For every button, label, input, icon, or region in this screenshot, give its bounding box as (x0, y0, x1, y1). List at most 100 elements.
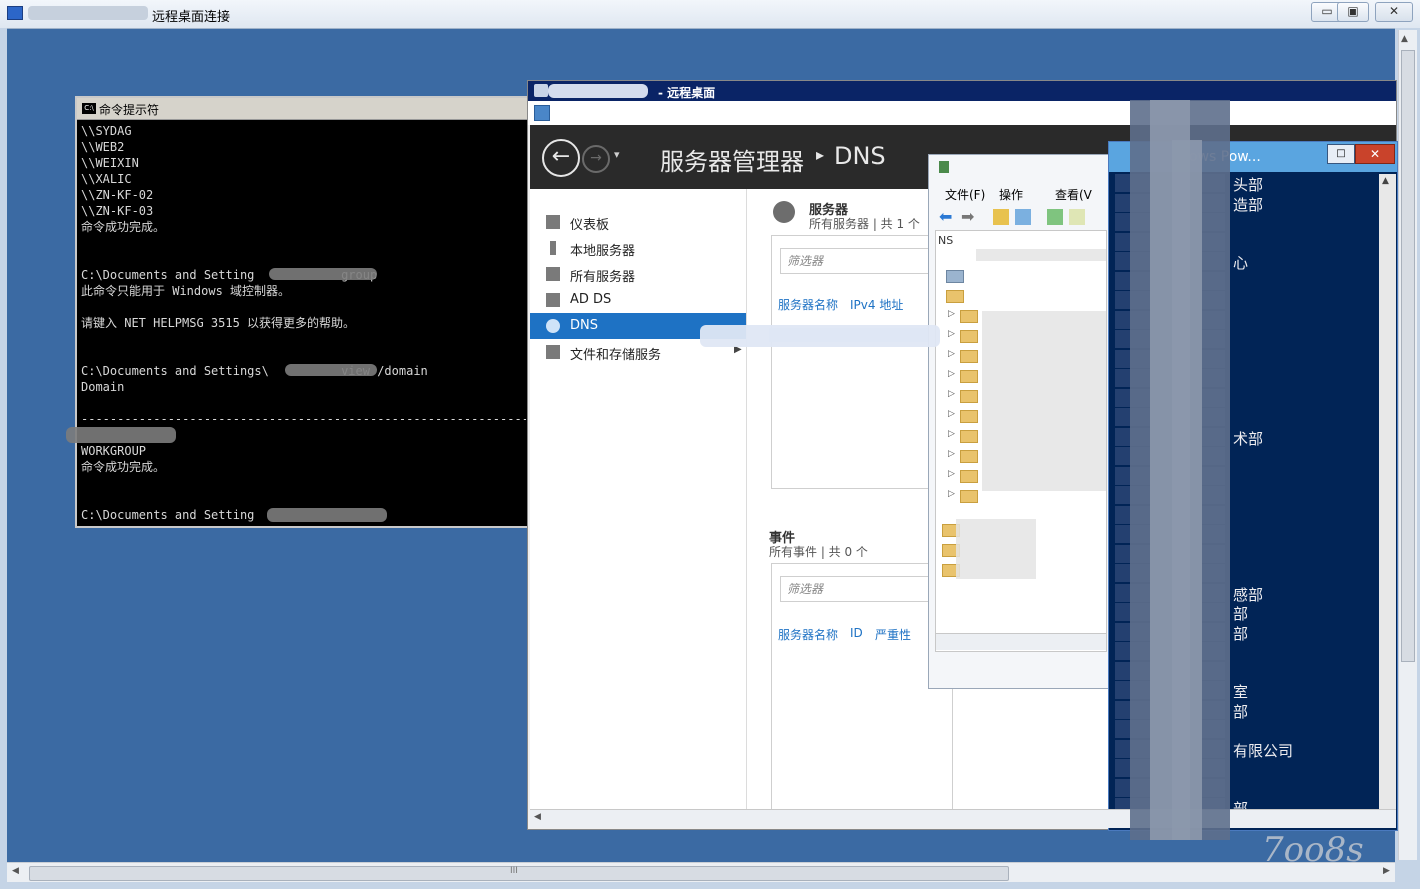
server-manager-small-icon[interactable] (534, 105, 550, 121)
menu-action[interactable]: 操作 (999, 186, 1023, 203)
cmd-line (81, 491, 526, 507)
local-server-icon (550, 241, 556, 255)
servers-panel: 筛选器 服务器名称 IPv4 地址 (771, 235, 953, 489)
expand-arrow-icon[interactable]: ▷ (948, 409, 955, 419)
folder-icon (960, 470, 978, 483)
redaction (269, 268, 377, 280)
cmd-title-bar[interactable]: C:\ 命令提示符 (77, 98, 532, 120)
expand-arrow-icon[interactable]: ▷ (948, 489, 955, 499)
horizontal-scrollbar[interactable]: ◀ III ▶ (7, 862, 1395, 883)
horizontal-scroll-thumb[interactable]: III (29, 866, 1009, 881)
menu-view[interactable]: 查看(V (1055, 186, 1092, 203)
tree-item[interactable] (936, 267, 1106, 285)
scroll-left-icon[interactable]: ◀ (534, 812, 541, 822)
forward-button[interactable]: → (582, 145, 610, 173)
expand-arrow-icon[interactable]: ▷ (948, 449, 955, 459)
servers-filter-input[interactable]: 筛选器 (780, 248, 948, 274)
column-header-ipv4[interactable]: IPv4 地址 (850, 296, 903, 313)
expand-arrow-icon[interactable]: ▷ (948, 389, 955, 399)
folder-icon (960, 490, 978, 503)
watermark-logo: 7oo8s (1262, 830, 1364, 870)
expand-arrow-icon[interactable]: ▷ (948, 429, 955, 439)
column-header-server-name[interactable]: 服务器名称 (778, 626, 838, 643)
back-button[interactable]: ← (542, 139, 580, 177)
outer-title-bar[interactable]: 远程桌面连接 ▭ ▣ ✕ (0, 0, 1420, 29)
sidebar-item-label: DNS (570, 318, 598, 333)
sidebar-item-label: 文件和存储服务 (570, 348, 662, 363)
show-tree-icon[interactable] (1015, 209, 1031, 225)
scroll-left-icon[interactable]: ◀ (12, 866, 19, 876)
ps-line-text: 术部 (1233, 429, 1264, 448)
up-folder-icon[interactable] (993, 209, 1009, 225)
cmd-title: 命令提示符 (99, 103, 160, 117)
column-header-id[interactable]: ID (850, 626, 863, 640)
ps-line-text: 心 (1233, 254, 1249, 272)
redaction (956, 519, 1036, 579)
expand-arrow-icon[interactable]: ▷ (948, 469, 955, 479)
ps-line-text: 头部 (1233, 176, 1264, 194)
powershell-scrollbar[interactable]: ▲ (1379, 174, 1396, 824)
cmd-line (81, 331, 526, 347)
events-filter-input[interactable]: 筛选器 (780, 576, 948, 602)
close-button[interactable]: ✕ (1375, 2, 1413, 22)
column-header-severity[interactable]: 严重性 (875, 626, 911, 643)
file-storage-icon (546, 345, 560, 359)
sidebar-item-all-servers[interactable]: 所有服务器 (530, 261, 746, 287)
window-frame-bottom (0, 882, 1420, 889)
history-dropdown-icon[interactable]: ▾ (614, 148, 620, 161)
servers-section-subtitle: 所有服务器 | 共 1 个 (809, 217, 920, 231)
cmd-line (81, 395, 526, 411)
redaction (548, 84, 648, 98)
close-button[interactable]: ✕ (1355, 144, 1395, 164)
sidebar-item-label: 本地服务器 (570, 244, 636, 259)
maximize-button[interactable]: ▣ (1337, 2, 1369, 22)
expand-arrow-icon[interactable]: ▷ (948, 369, 955, 379)
folder-icon (960, 450, 978, 463)
events-section-subtitle: 所有事件 | 共 0 个 (769, 545, 868, 559)
dashboard-icon (546, 215, 560, 229)
folder-icon (960, 370, 978, 383)
remote-hscrollbar[interactable]: ◀ (530, 809, 1396, 828)
scroll-up-icon[interactable]: ▲ (1382, 176, 1389, 186)
sidebar-item-label: 仪表板 (570, 218, 610, 233)
tree-item[interactable] (936, 287, 1106, 305)
column-header-server-name[interactable]: 服务器名称 (778, 296, 838, 313)
redaction (700, 325, 940, 347)
cmd-window[interactable]: C:\ 命令提示符 \\SYDAG \\WEB2 \\WEIXIN \\XALIC \\… (75, 96, 534, 528)
cmd-output[interactable]: \\SYDAG \\WEB2 \\WEIXIN \\XALIC \\ZN-KF-02 \\… (81, 123, 526, 523)
vertical-scroll-thumb[interactable] (1401, 50, 1415, 662)
main-content: 服务器 所有服务器 | 共 1 个 筛选器 服务器名称 IPv4 地址 事件 所… (747, 141, 1398, 831)
maximize-button[interactable]: □ (1327, 144, 1355, 164)
export-list-icon[interactable] (1069, 209, 1085, 225)
folder-icon (960, 350, 978, 363)
forward-arrow-icon[interactable]: ➡ (961, 209, 977, 225)
cmd-line (81, 235, 526, 251)
remote-desktop-title-bar[interactable]: - 远程桌面 (528, 81, 1396, 101)
cmd-line: \\XALIC (81, 172, 132, 186)
vertical-scrollbar[interactable]: ▲ (1398, 30, 1417, 860)
sidebar-item-adds[interactable]: AD DS (530, 287, 746, 313)
expand-arrow-icon[interactable]: ▷ (948, 329, 955, 339)
back-arrow-icon[interactable]: ⬅ (939, 209, 955, 225)
refresh-icon[interactable] (1047, 209, 1063, 225)
scroll-right-icon[interactable]: ▶ (1383, 866, 1390, 876)
sidebar-item-local-server[interactable]: 本地服务器 (530, 235, 746, 261)
remote-desktop-title: - 远程桌面 (658, 86, 716, 100)
expand-arrow-icon[interactable]: ▷ (948, 309, 955, 319)
sidebar-item-dashboard[interactable]: 仪表板 (530, 209, 746, 235)
cmd-line: ----------------------------------------… (81, 412, 526, 426)
folder-icon (960, 390, 978, 403)
remote-desktop-window[interactable]: - 远程桌面 ← → ▾ 服务器管理器 ▸ DNS 仪表板 本地服务器 所有服务… (527, 80, 1398, 831)
dns-manager-window[interactable]: 文件(F) 操作 查看(V ⬅ ➡ NS ▷ ▷ ▷ ▷ ▷ ▷ ▷ ▷ ▷ ▷ (928, 154, 1110, 689)
cmd-line: 此命令只能用于 Windows 域控制器。 (81, 284, 291, 298)
all-servers-icon (546, 267, 560, 281)
dns-tree[interactable]: NS ▷ ▷ ▷ ▷ ▷ ▷ ▷ ▷ ▷ ▷ (935, 230, 1107, 652)
ps-line-text: 室 (1233, 683, 1249, 701)
tree-hscrollbar[interactable] (936, 633, 1106, 650)
scroll-up-icon[interactable]: ▲ (1401, 34, 1408, 44)
menu-file[interactable]: 文件(F) (945, 186, 985, 203)
cmd-line (81, 475, 526, 491)
app-title: 服务器管理器 (660, 148, 804, 176)
folder-icon (946, 290, 964, 303)
expand-arrow-icon[interactable]: ▷ (948, 349, 955, 359)
